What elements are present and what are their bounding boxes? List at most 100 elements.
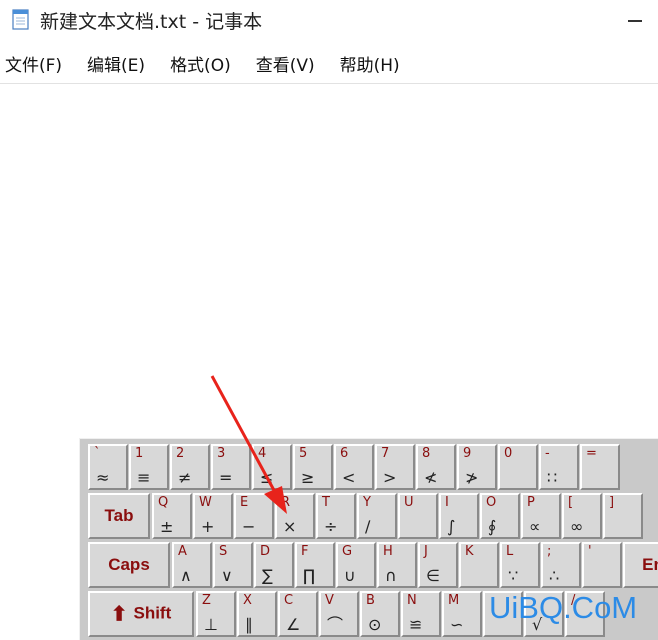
key-symbol-label: ∧: [180, 566, 192, 585]
key-symbol-label: ≯: [465, 468, 479, 487]
shift-key[interactable]: ⬆ Shift: [88, 591, 194, 637]
key-symbol-label: =: [219, 468, 233, 487]
key-primary-label: 9: [463, 446, 472, 461]
key-row3-3[interactable]: F ∏: [295, 542, 335, 588]
menu-format[interactable]: 格式(O): [165, 51, 231, 76]
key-row4-5[interactable]: N ≌: [401, 591, 441, 637]
key-row3-5[interactable]: H ∩: [377, 542, 417, 588]
key-row1-6[interactable]: 6 <: [334, 444, 374, 490]
key-primary-label: G: [342, 544, 353, 559]
key-row1-10[interactable]: 0: [498, 444, 538, 490]
key-row4-0[interactable]: Z ⊥: [196, 591, 236, 637]
key-symbol-label: ∥: [245, 615, 253, 634]
key-row4-4[interactable]: B ⊙: [360, 591, 400, 637]
key-primary-label: 1: [135, 446, 144, 461]
key-primary-label: 0: [504, 446, 513, 461]
key-row2-0[interactable]: Q ±: [152, 493, 192, 539]
key-row2-4[interactable]: T ÷: [316, 493, 356, 539]
key-symbol-label: >: [383, 468, 397, 487]
key-row2-11[interactable]: ]: [603, 493, 643, 539]
key-row2-3[interactable]: R ×: [275, 493, 315, 539]
key-primary-label: E: [240, 495, 249, 510]
key-primary-label: =: [586, 446, 597, 461]
menu-help[interactable]: 帮助(H): [335, 51, 400, 76]
key-row1-4[interactable]: 4 ≤: [252, 444, 292, 490]
key-row2-9[interactable]: P ∝: [521, 493, 561, 539]
key-primary-label: Y: [363, 495, 371, 510]
key-row1-3[interactable]: 3 =: [211, 444, 251, 490]
tab-key[interactable]: Tab: [88, 493, 150, 539]
key-primary-label: L: [506, 544, 514, 559]
title-bar: 新建文本文档.txt - 记事本: [0, 0, 658, 40]
key-primary-label: 2: [176, 446, 185, 461]
key-row1-5[interactable]: 5 ≥: [293, 444, 333, 490]
key-row2-1[interactable]: W +: [193, 493, 233, 539]
key-symbol-label: ⊙: [368, 615, 382, 634]
key-row1-1[interactable]: 1 ≡: [129, 444, 169, 490]
key-row3-10[interactable]: ': [582, 542, 622, 588]
key-primary-label: S: [219, 544, 228, 559]
key-primary-label: 7: [381, 446, 390, 461]
key-primary-label: ': [588, 544, 592, 559]
key-row4-2[interactable]: C ∠: [278, 591, 318, 637]
key-row3-6[interactable]: J ∈: [418, 542, 458, 588]
key-symbol-label: ∷: [547, 468, 558, 487]
key-row2-10[interactable]: [∞: [562, 493, 602, 539]
shift-key-text: Shift: [133, 603, 172, 623]
key-symbol-label: +: [201, 517, 215, 536]
key-primary-label: I: [445, 495, 449, 510]
key-row2-8[interactable]: O ∮: [480, 493, 520, 539]
key-symbol-label: ≈: [96, 468, 110, 487]
watermark-logo: UiBQ.CoM: [489, 590, 638, 625]
key-row2-7[interactable]: I ∫: [439, 493, 479, 539]
enter-key-label: En: [625, 555, 658, 575]
key-primary-label: C: [284, 593, 294, 608]
key-row3-1[interactable]: S ∨: [213, 542, 253, 588]
key-symbol-label: ∈: [426, 566, 440, 585]
key-symbol-label: ∫: [447, 517, 456, 536]
menu-edit[interactable]: 编辑(E): [82, 51, 145, 76]
key-primary-label: Z: [202, 593, 211, 608]
key-primary-label: K: [465, 544, 474, 559]
window-title: 新建文本文档.txt - 记事本: [40, 11, 263, 33]
key-symbol-label: ≥: [301, 468, 315, 487]
key-symbol-label: ∠: [286, 615, 301, 634]
key-row1-8[interactable]: 8 ≮: [416, 444, 456, 490]
key-symbol-label: ⊥: [204, 615, 218, 634]
key-symbol-label: ≮: [424, 468, 438, 487]
key-row1-12[interactable]: =: [580, 444, 620, 490]
key-row3-8[interactable]: L ∵: [500, 542, 540, 588]
key-row4-6[interactable]: M ∽: [442, 591, 482, 637]
key-row1-11[interactable]: - ∷: [539, 444, 579, 490]
key-row3-7[interactable]: K: [459, 542, 499, 588]
key-row1-2[interactable]: 2 ≠: [170, 444, 210, 490]
key-primary-label: D: [260, 544, 271, 559]
key-primary-label: -: [545, 446, 550, 461]
key-row3-4[interactable]: G ∪: [336, 542, 376, 588]
key-row1-7[interactable]: 7 >: [375, 444, 415, 490]
key-row2-6[interactable]: U: [398, 493, 438, 539]
key-row3-9[interactable]: ; ∴: [541, 542, 581, 588]
key-primary-label: Q: [158, 495, 169, 510]
key-primary-label: 8: [422, 446, 431, 461]
key-row2-5[interactable]: Y ∕: [357, 493, 397, 539]
menu-file[interactable]: 文件(F): [0, 51, 62, 76]
key-row1-9[interactable]: 9 ≯: [457, 444, 497, 490]
key-row2-2[interactable]: E −: [234, 493, 274, 539]
minimize-button[interactable]: [612, 0, 658, 40]
key-primary-label: V: [325, 593, 334, 608]
key-symbol-label: ∕: [365, 517, 371, 536]
key-row4-1[interactable]: X ∥: [237, 591, 277, 637]
key-row1-0[interactable]: ` ≈: [88, 444, 128, 490]
key-symbol-label: ÷: [324, 517, 338, 536]
key-primary-label: [: [568, 495, 574, 510]
caps-key[interactable]: Caps: [88, 542, 170, 588]
enter-key[interactable]: En: [623, 542, 658, 588]
key-primary-label: H: [383, 544, 393, 559]
key-row3-0[interactable]: A ∧: [172, 542, 212, 588]
menu-view[interactable]: 查看(V): [251, 51, 315, 76]
key-row4-3[interactable]: V ⌒: [319, 591, 359, 637]
caps-key-text: Caps: [108, 555, 150, 574]
key-row3-2[interactable]: D ∑: [254, 542, 294, 588]
key-symbol-label: ±: [160, 517, 174, 536]
